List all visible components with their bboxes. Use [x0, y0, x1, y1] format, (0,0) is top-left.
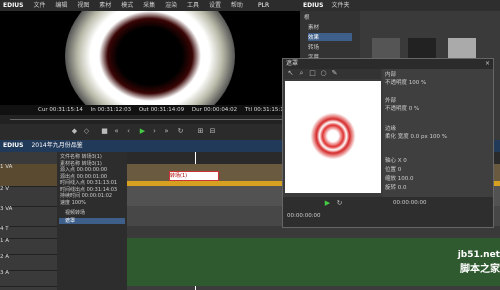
set-out-icon[interactable]: ◇	[82, 127, 91, 136]
rewind-icon[interactable]: «	[112, 127, 121, 136]
track-header[interactable]: 2 V	[0, 186, 57, 207]
track-header[interactable]: 1 A	[0, 238, 57, 255]
mask-dialog: 遮罩 × ↖ ⌕ □ ○ ✎ 内部 不透明度 100 % 外部 不透明度 0 %…	[282, 58, 494, 228]
dialog-toolbar: ↖ ⌕ □ ○ ✎	[283, 69, 381, 79]
settings-heading: 内部	[385, 72, 397, 78]
bin-title: 文件夹	[331, 2, 350, 9]
insert-icon[interactable]: ⊞	[196, 127, 205, 136]
timeline-app-title: EDIUS	[3, 142, 24, 149]
transition-clip[interactable]: 转场(1)	[169, 171, 219, 181]
bin-titlebar: EDIUS 文件夹	[300, 0, 500, 11]
info-palette: 文件名称 转场3(1) 素材名称 转场3(1) 源入点 00:00:00:00 …	[57, 152, 127, 290]
dialog-transport: ▶ ↻ 00:00:00:00 00:00:00:00	[283, 197, 493, 227]
dur-timecode: 00:00:04:02	[203, 107, 238, 113]
bin-app-title: EDIUS	[303, 2, 324, 9]
dialog-loop-icon[interactable]: ↻	[335, 199, 344, 208]
menu-help[interactable]: 帮助	[231, 2, 243, 9]
out-timecode: 00:31:14:09	[150, 107, 185, 113]
rect-tool-icon[interactable]: □	[308, 69, 317, 78]
tree-item[interactable]: 根	[304, 13, 356, 21]
select-tool-icon[interactable]: ↖	[286, 69, 295, 78]
overwrite-icon[interactable]: ⊟	[208, 127, 217, 136]
dialog-title: 遮罩	[286, 60, 299, 67]
ellipse-tool-icon[interactable]: ○	[319, 69, 328, 78]
menu-edit[interactable]: 编辑	[55, 2, 67, 9]
menu-capture[interactable]: 采集	[143, 2, 155, 9]
cur-timecode: 00:31:15:14	[49, 107, 83, 113]
menu-bar: EDIUS 文件 编辑 视图 素材 模式 采集 渲染 工具 设置 帮助 PLR	[0, 0, 300, 11]
timecode-bar: Cur 00:31:15:14 In 00:31:12:03 Out 00:31…	[0, 105, 300, 115]
stop-icon[interactable]: ■	[100, 127, 109, 136]
zoom-tool-icon[interactable]: ⌕	[297, 69, 306, 78]
settings-heading: 外部	[385, 98, 397, 104]
settings-row[interactable]: 不透明度 100 %	[385, 79, 491, 87]
in-timecode: 00:31:12:03	[97, 107, 132, 113]
preview-monitor	[0, 11, 300, 105]
dialog-preview[interactable]	[285, 81, 381, 193]
dialog-tc-right: 00:00:00:00	[393, 200, 427, 206]
track-headers: 1 VA 2 V 3 VA 4 T 1 A 2 A 3 A	[0, 152, 57, 290]
menu-settings[interactable]: 设置	[209, 2, 221, 9]
settings-row[interactable]: 旋转 0.0	[385, 184, 491, 192]
prev-frame-icon[interactable]: ‹	[124, 127, 133, 136]
transport-controls: ◆ ◇ ■ « ‹ ▶ › » ↻ ⊞ ⊟	[0, 124, 300, 140]
settings-heading: 边缘	[385, 126, 397, 132]
track-header[interactable]: 3 A	[0, 270, 57, 287]
tree-item[interactable]: 转场	[308, 43, 352, 51]
track-header[interactable]: 3 VA	[0, 206, 57, 227]
close-icon[interactable]: ×	[485, 59, 490, 69]
info-rows: 文件名称 转场3(1) 素材名称 转场3(1) 源入点 00:00:00:00 …	[57, 152, 127, 206]
info-effect-item[interactable]: 视频转场	[57, 210, 127, 217]
menu-render[interactable]: 渲染	[165, 2, 177, 9]
watermark: jb51.net 脚本之家	[418, 250, 500, 275]
dialog-tc: 00:00:00:00	[287, 213, 321, 219]
timeline-title: 2014年九月份品鉴	[31, 142, 83, 149]
info-effect-item-selected[interactable]: 遮罩	[59, 217, 125, 224]
scrub-track	[10, 119, 290, 120]
settings-row[interactable]: 柔化 宽度 0.0 px 100 %	[385, 133, 491, 141]
watermark-name: 脚本之家	[460, 264, 500, 275]
preview-image	[65, 11, 235, 105]
pen-tool-icon[interactable]: ✎	[330, 69, 339, 78]
next-frame-icon[interactable]: ›	[150, 127, 159, 136]
mask-shape[interactable]	[303, 105, 363, 167]
app-title: EDIUS	[3, 2, 24, 9]
track-header[interactable]: 2 A	[0, 254, 57, 271]
set-in-icon[interactable]: ◆	[70, 127, 79, 136]
mode-badge[interactable]: PLR	[258, 0, 269, 11]
menu-clip[interactable]: 素材	[99, 2, 111, 9]
dialog-play-icon[interactable]: ▶	[323, 199, 332, 208]
tree-item[interactable]: 素材	[308, 23, 352, 31]
tree-item-selected[interactable]: 效果	[308, 33, 352, 41]
menu-file[interactable]: 文件	[33, 2, 45, 9]
loop-icon[interactable]: ↻	[176, 127, 185, 136]
settings-row[interactable]: 缩放 100.0	[385, 175, 491, 183]
scrub-bar[interactable]	[0, 115, 300, 124]
dialog-settings: 内部 不透明度 100 % 外部 不透明度 0 % 边缘 柔化 宽度 0.0 p…	[383, 69, 493, 199]
settings-row[interactable]: 不透明度 0 %	[385, 105, 491, 113]
menu-mode[interactable]: 模式	[121, 2, 133, 9]
dialog-titlebar: 遮罩 ×	[283, 59, 493, 69]
watermark-url: jb51.net	[457, 250, 500, 260]
player-window: EDIUS 文件 编辑 视图 素材 模式 采集 渲染 工具 设置 帮助 PLR …	[0, 0, 300, 140]
play-icon[interactable]: ▶	[138, 127, 147, 136]
menu-view[interactable]: 视图	[77, 2, 89, 9]
track-header[interactable]: 1 VA	[0, 164, 57, 187]
settings-row[interactable]: 轴心 X 0	[385, 157, 491, 165]
menu-tools[interactable]: 工具	[187, 2, 199, 9]
info-row: 速度 100%	[60, 199, 86, 206]
settings-row[interactable]: 位置 0	[385, 166, 491, 174]
fast-forward-icon[interactable]: »	[162, 127, 171, 136]
